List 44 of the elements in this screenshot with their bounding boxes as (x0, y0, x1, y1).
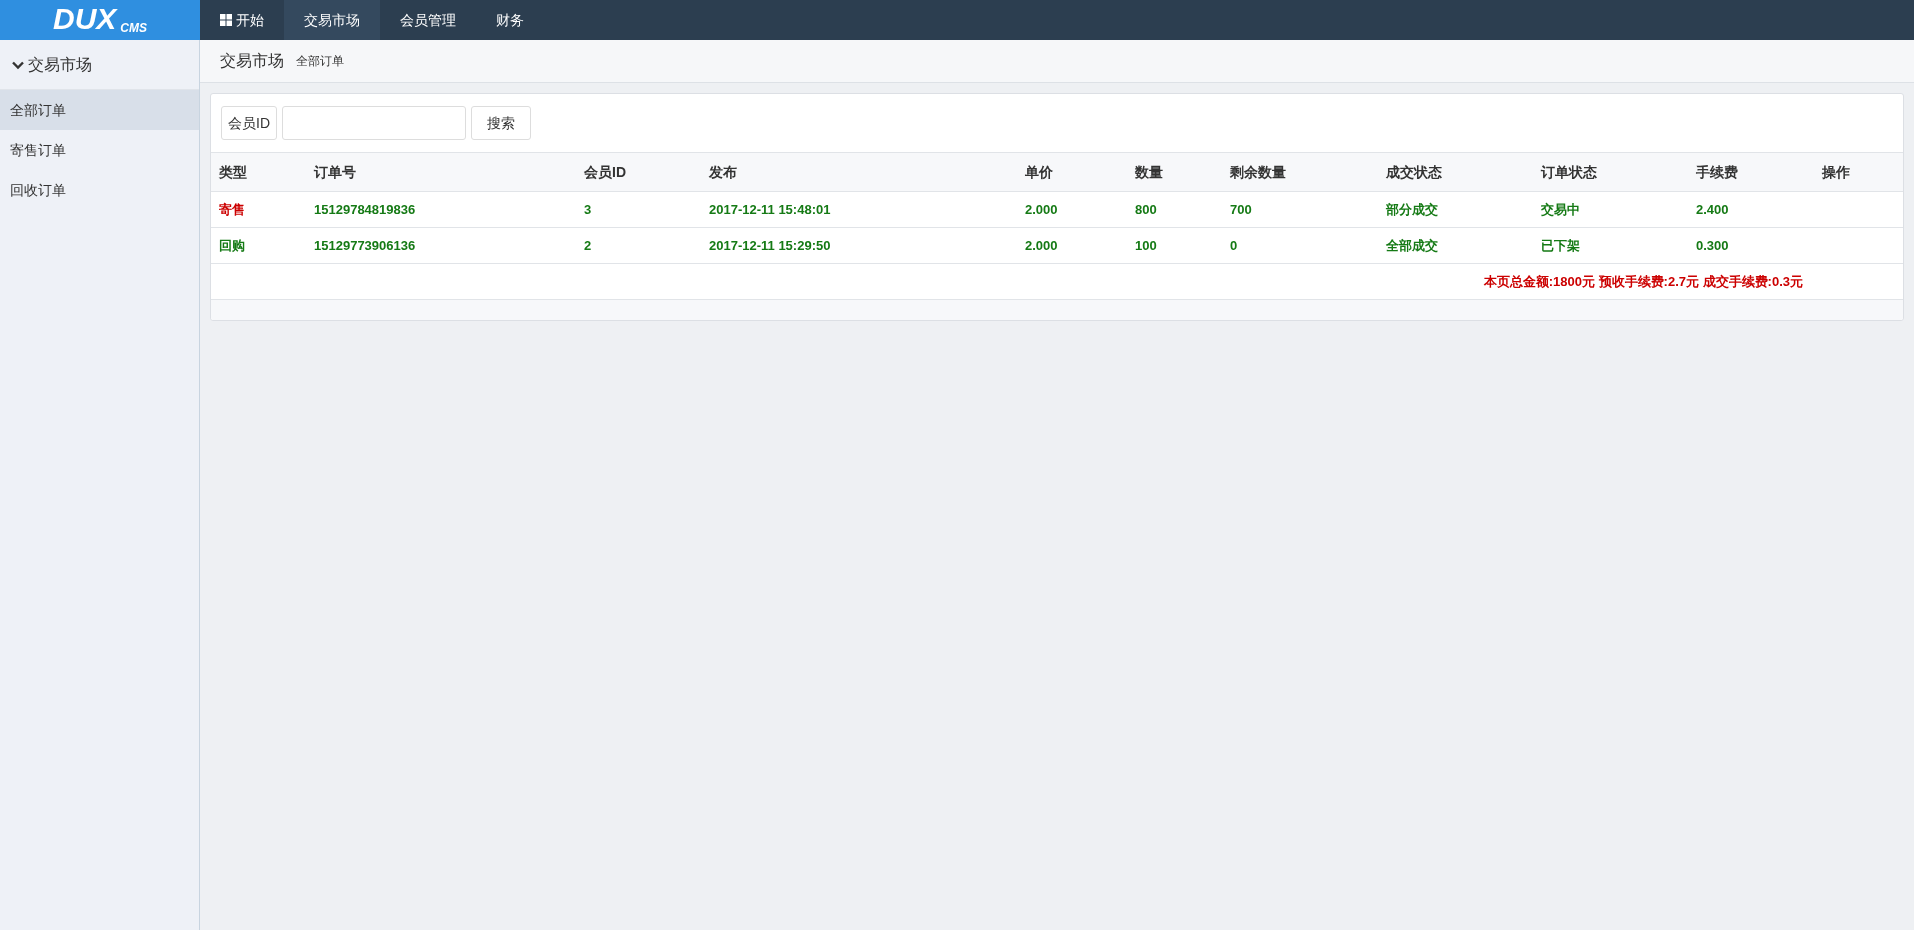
column-header: 数量 (1134, 162, 1164, 182)
table-cell-text: 全部成交 (1385, 236, 1439, 255)
table-cell-text: 2.000 (1024, 200, 1059, 219)
nav-tab[interactable]: 开始 (200, 0, 284, 40)
table-cell-text: 100 (1134, 236, 1158, 255)
table-cell-text: 800 (1134, 200, 1158, 219)
table-cell-text: 2.400 (1695, 200, 1730, 219)
table-cell-text: 3 (583, 200, 593, 219)
column-header: 操作 (1821, 162, 1851, 182)
table-cell-text: 2.000 (1024, 236, 1059, 255)
column-header: 剩余数量 (1229, 162, 1287, 182)
table-cell-text: 2017-12-11 15:29:50 (708, 236, 832, 255)
table-cell-text: 2 (583, 236, 593, 255)
table-cell-text: 已下架 (1540, 236, 1581, 255)
table-cell-text: 回购 (218, 236, 246, 255)
search-field[interactable] (282, 106, 466, 140)
table-cell-text: 15129773906136 (313, 236, 417, 255)
nav-tab[interactable]: 财务 (476, 0, 544, 40)
field-label: 会员ID (221, 106, 277, 140)
table-cell-text: 15129784819836 (313, 200, 417, 219)
column-header: 订单状态 (1539, 162, 1598, 182)
column-header: 成交状态 (1385, 162, 1443, 182)
nav-tab[interactable]: 交易市场 (284, 0, 380, 40)
nav-tab[interactable]: 会员管理 (380, 0, 476, 40)
sidebar-item[interactable]: 全部订单 (0, 90, 199, 130)
page-title: 交易市场 (220, 51, 284, 71)
table-cell-text: 700 (1229, 200, 1253, 219)
table-cell-text: 交易中 (1540, 200, 1581, 219)
summary-text: 本页总金额:1800元 预收手续费:2.7元 成交手续费:0.3元 (1483, 272, 1803, 291)
column-header: 会员ID (583, 162, 627, 182)
sidebar-item[interactable]: 回收订单 (0, 170, 199, 210)
table-cell-text: 0.300 (1695, 236, 1730, 255)
breadcrumb-text: 全部订单 (296, 53, 344, 70)
column-header: 订单号 (312, 162, 357, 182)
table-cell-text: 0 (1229, 236, 1239, 255)
search-button[interactable]: 搜索 (471, 106, 531, 140)
column-header: 发布 (708, 162, 738, 182)
table-cell-text: 部分成交 (1385, 200, 1439, 219)
table-cell-text: 寄售 (218, 200, 246, 219)
column-header: 单价 (1024, 162, 1054, 182)
column-header: 手续费 (1695, 162, 1739, 182)
table-cell-text: 2017-12-11 15:48:01 (708, 200, 832, 219)
column-header: 类型 (218, 162, 248, 182)
sidebar-item[interactable]: 寄售订单 (0, 130, 199, 170)
